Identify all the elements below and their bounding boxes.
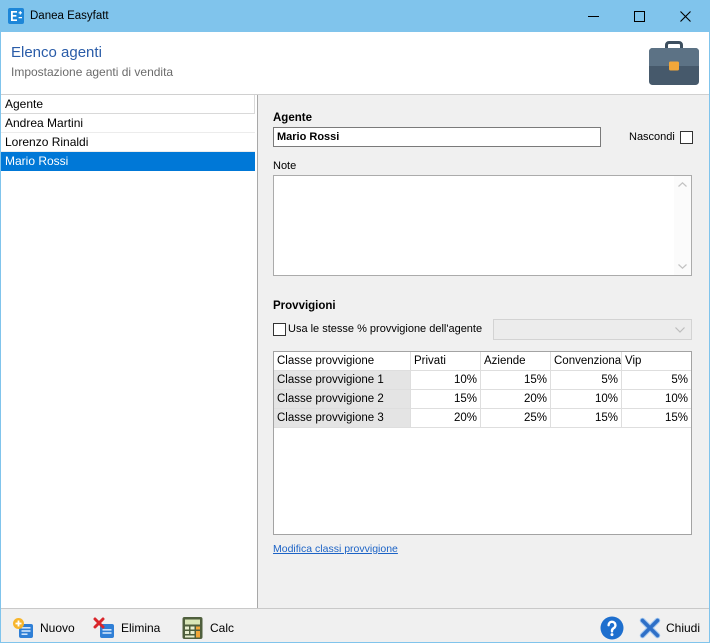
table-row[interactable]: Classe provvigione 1 10% 15% 5% 5% [274, 371, 691, 390]
percent-cell[interactable]: 15% [411, 390, 481, 408]
window-title: Danea Easyfatt [30, 10, 109, 22]
app-window: Danea Easyfatt Elenco agenti Impostazion… [0, 0, 710, 643]
percent-cell[interactable]: 15% [551, 409, 622, 427]
easyfatt-app-icon[interactable] [8, 8, 24, 24]
maximize-icon [633, 10, 645, 22]
table-row[interactable]: Classe provvigione 2 15% 20% 10% 10% [274, 390, 691, 409]
agent-list-column-header[interactable]: Agente [1, 95, 255, 114]
help-icon[interactable] [600, 616, 624, 640]
calc-button[interactable]: Calc [181, 614, 234, 642]
percent-cell[interactable]: 15% [622, 409, 691, 427]
bottom-toolbar: Nuovo Elimina Calc Chiudi [0, 608, 710, 643]
agent-name-field[interactable]: Mario Rossi [273, 127, 601, 147]
notes-label: Note [273, 160, 297, 172]
same-percent-agent-select[interactable] [493, 319, 692, 340]
same-percent-checkbox[interactable] [273, 323, 286, 336]
column-header: Convenziona [551, 352, 622, 370]
agent-list-item[interactable]: Mario Rossi [1, 152, 255, 171]
agent-list[interactable]: Agente Andrea Martini Lorenzo Rinaldi Ma… [0, 95, 258, 608]
page-title: Elenco agenti [11, 44, 102, 61]
percent-cell[interactable]: 25% [481, 409, 551, 427]
scroll-up-arrow-icon[interactable] [678, 182, 687, 187]
notes-scrollbar[interactable] [674, 176, 691, 275]
column-header: Aziende [481, 352, 551, 370]
close-button[interactable]: Chiudi [639, 614, 700, 642]
maximize-button[interactable] [616, 0, 662, 32]
minimize-icon [587, 11, 599, 22]
agent-list-item[interactable]: Andrea Martini [1, 114, 255, 133]
commissions-label: Provvigioni [273, 300, 336, 312]
percent-cell[interactable]: 10% [622, 390, 691, 408]
calculator-icon [181, 616, 204, 640]
new-button[interactable]: Nuovo [12, 614, 75, 642]
scroll-down-arrow-icon[interactable] [678, 264, 687, 269]
close-icon [679, 10, 691, 22]
percent-cell[interactable]: 20% [481, 390, 551, 408]
commission-class-cell: Classe provvigione 3 [274, 409, 411, 427]
same-percent-label[interactable]: Usa le stesse % provvigione dell'agente [288, 322, 482, 336]
percent-cell[interactable]: 5% [551, 371, 622, 389]
edit-commission-classes-link[interactable]: Modifica classi provvigione [273, 542, 398, 556]
table-header-row: Classe provvigione Privati Aziende Conve… [274, 352, 691, 371]
column-header: Vip [625, 355, 642, 367]
briefcase-icon [649, 41, 699, 85]
close-window-button[interactable] [662, 0, 708, 32]
percent-cell[interactable]: 10% [411, 371, 481, 389]
agent-detail-panel: Agente Mario Rossi Nascondi Note Provvig… [258, 95, 710, 608]
close-button-label: Chiudi [666, 621, 701, 635]
agent-list-item[interactable]: Lorenzo Rinaldi [1, 133, 255, 152]
delete-button[interactable]: Elimina [93, 614, 160, 642]
agent-label: Agente [273, 112, 312, 124]
calc-button-label: Calc [210, 621, 235, 635]
table-row[interactable]: Classe provvigione 3 20% 25% 15% 15% [274, 409, 691, 428]
column-header: Privati [411, 352, 481, 370]
page-header: Elenco agenti Impostazione agenti di ven… [0, 32, 710, 95]
title-bar[interactable]: Danea Easyfatt [0, 0, 710, 32]
commission-class-cell: Classe provvigione 1 [274, 371, 411, 389]
delete-icon [93, 617, 115, 639]
delete-button-label: Elimina [121, 621, 161, 635]
new-button-label: Nuovo [40, 621, 75, 635]
percent-cell[interactable]: 20% [411, 409, 481, 427]
commission-class-cell: Classe provvigione 2 [274, 390, 411, 408]
hide-checkbox[interactable] [680, 131, 693, 144]
page-subtitle: Impostazione agenti di vendita [11, 65, 174, 79]
percent-cell[interactable]: 5% [622, 371, 691, 389]
notes-textarea[interactable] [273, 175, 692, 276]
commissions-table[interactable]: Classe provvigione Privati Aziende Conve… [273, 351, 692, 535]
percent-cell[interactable]: 10% [551, 390, 622, 408]
percent-cell[interactable]: 15% [481, 371, 551, 389]
column-header: Classe provvigione [274, 352, 411, 370]
new-icon [12, 617, 34, 639]
hide-label: Nascondi [629, 131, 675, 143]
chevron-down-icon [675, 327, 685, 333]
minimize-button[interactable] [570, 0, 616, 32]
close-x-icon [639, 617, 661, 639]
